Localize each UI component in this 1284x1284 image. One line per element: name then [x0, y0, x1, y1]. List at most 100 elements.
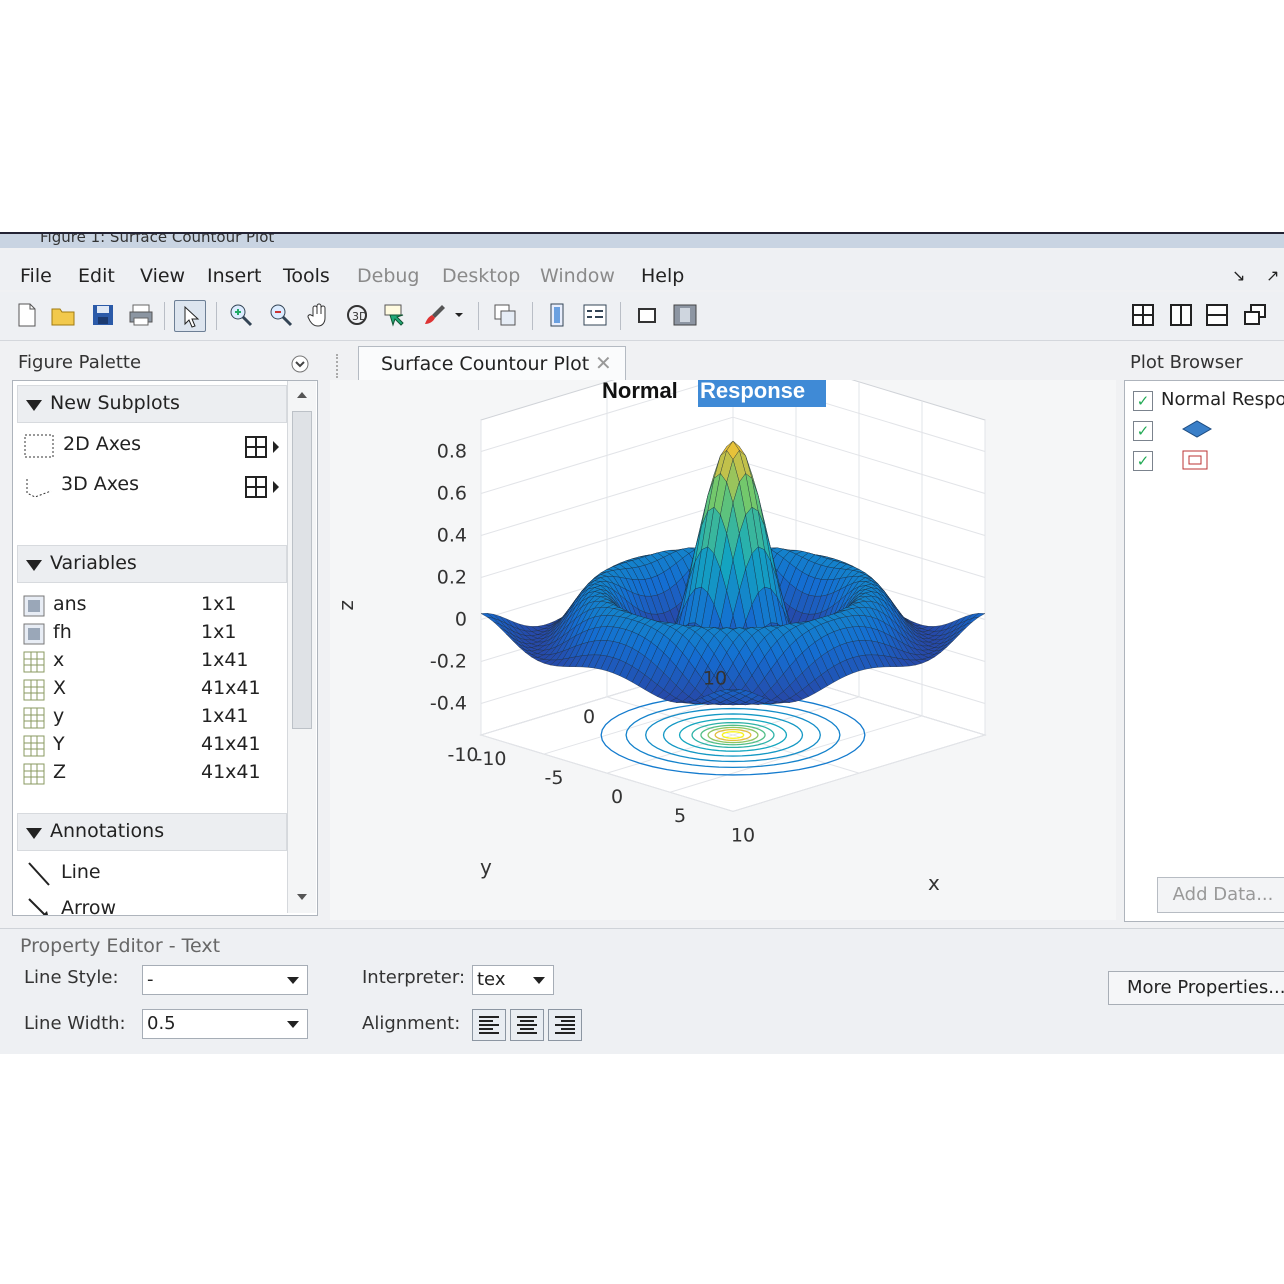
figure-tab-bar: Surface Countour Plot ✕ [330, 346, 1110, 383]
rotate-3d-icon[interactable]: 3D [342, 300, 372, 330]
align-center-button[interactable] [510, 1009, 544, 1041]
variable-name: x [53, 649, 65, 671]
variable-row[interactable]: Z 41x41 [21, 761, 281, 789]
surface-visibility-checkbox[interactable]: ✓ [1133, 421, 1153, 441]
plot-browser-title: Plot Browser [1130, 352, 1243, 373]
open-file-icon[interactable] [48, 300, 78, 330]
new-figure-icon[interactable] [12, 300, 42, 330]
brush-dropdown-icon[interactable] [450, 300, 468, 330]
scroll-down-icon[interactable] [296, 893, 308, 901]
variable-size: 41x41 [201, 677, 261, 699]
3d-axes-item[interactable]: 3D Axes [21, 473, 281, 499]
zoom-out-icon[interactable] [266, 300, 296, 330]
matrix-variable-icon [23, 735, 45, 757]
collapse-triangle-icon [26, 560, 42, 571]
annotation-arrow-item[interactable]: Arrow [21, 897, 221, 915]
menu-edit[interactable]: Edit [78, 265, 115, 287]
scroll-up-icon[interactable] [296, 391, 308, 399]
tab-grip[interactable] [336, 354, 342, 378]
subplot-grid-icon[interactable] [245, 435, 281, 459]
link-plot-icon[interactable] [490, 300, 520, 330]
line-style-dropdown[interactable]: - [142, 965, 308, 995]
chevron-down-icon [533, 977, 545, 984]
data-cursor-icon[interactable] [380, 300, 410, 330]
print-icon[interactable] [126, 300, 156, 330]
menu-insert[interactable]: Insert [207, 265, 262, 287]
plot-browser-panel: ✓ Normal Response ✓ ✓ Add Data... [1124, 380, 1284, 922]
x-tick-label: 10 [731, 824, 755, 846]
axes-area[interactable]: -0.4 -0.2 0 0.2 0.4 0.6 0.8 -10 -5 0 5 10 -10 0 10 Nor… [330, 343, 1116, 920]
undock-icon[interactable]: ↗ [1266, 266, 1279, 285]
scroll-thumb[interactable] [292, 411, 312, 729]
menu-help[interactable]: Help [641, 265, 684, 287]
tab-surface-countour-plot[interactable]: Surface Countour Plot ✕ [358, 346, 626, 383]
menu-file[interactable]: File [20, 265, 52, 287]
line-width-dropdown[interactable]: 0.5 [142, 1009, 308, 1039]
variable-row[interactable]: y 1x41 [21, 705, 281, 733]
surface-object-icon[interactable] [1181, 419, 1213, 439]
variable-size: 1x1 [201, 593, 237, 615]
variable-size: 1x1 [201, 621, 237, 643]
variable-row[interactable]: fh 1x1 [21, 621, 281, 649]
new-subplots-section[interactable]: New Subplots [17, 385, 287, 423]
line-icon [28, 862, 50, 886]
palette-scrollbar[interactable] [287, 381, 316, 913]
dock-icon[interactable]: ↘ [1232, 266, 1245, 285]
2d-axes-item[interactable]: 2D Axes [21, 433, 281, 459]
variable-row[interactable]: ans 1x1 [21, 593, 281, 621]
figure-palette-panel: New Subplots 2D Axes 3D Axes Variables a… [12, 380, 318, 916]
top-bottom-icon[interactable] [1202, 300, 1232, 330]
save-icon[interactable] [88, 300, 118, 330]
contour-object-icon[interactable] [1181, 449, 1209, 471]
annotation-line-item[interactable]: Line [21, 861, 221, 887]
show-plot-tools-icon[interactable] [670, 300, 700, 330]
title-response-selected[interactable]: Response [700, 378, 805, 403]
y-tick-label: 0 [583, 706, 595, 728]
align-left-button[interactable] [472, 1009, 506, 1041]
variable-row[interactable]: Y 41x41 [21, 733, 281, 761]
variable-row[interactable]: x 1x41 [21, 649, 281, 677]
menu-debug[interactable]: Debug [357, 265, 419, 287]
variable-row[interactable]: X 41x41 [21, 677, 281, 705]
annotations-section[interactable]: Annotations [17, 813, 287, 851]
plot-browser-axes-item[interactable]: Normal Response [1161, 389, 1284, 410]
menu-desktop[interactable]: Desktop [442, 265, 520, 287]
edit-plot-arrow-icon[interactable] [174, 300, 206, 332]
surface-plot[interactable]: -0.4 -0.2 0 0.2 0.4 0.6 0.8 -10 -5 0 5 10 -10 0 10 Nor… [330, 343, 1116, 920]
interpreter-dropdown[interactable]: tex [472, 965, 554, 995]
hide-plot-tools-icon[interactable] [632, 300, 662, 330]
object-variable-icon [23, 623, 45, 645]
tile-icon[interactable] [1128, 300, 1158, 330]
zoom-in-icon[interactable] [226, 300, 256, 330]
x-tick-label: 0 [611, 786, 623, 808]
variables-section[interactable]: Variables [17, 545, 287, 583]
palette-options-icon[interactable] [290, 354, 310, 374]
menu-view[interactable]: View [140, 265, 185, 287]
float-icon[interactable] [1240, 300, 1270, 330]
align-right-button[interactable] [548, 1009, 582, 1041]
arrow-icon [28, 898, 48, 915]
collapse-triangle-icon [26, 400, 42, 411]
more-properties-button[interactable]: More Properties... [1108, 971, 1284, 1005]
z-tick-label: 0.2 [437, 567, 467, 589]
add-data-button[interactable]: Add Data... [1157, 877, 1284, 913]
close-tab-icon[interactable]: ✕ [595, 351, 612, 375]
menu-window[interactable]: Window [540, 265, 615, 287]
title-bar: Figure 1: Surface Countour Plot [0, 234, 1284, 248]
brush-icon[interactable] [420, 300, 450, 330]
menu-tools[interactable]: Tools [283, 265, 330, 287]
axes-visibility-checkbox[interactable]: ✓ [1133, 391, 1153, 411]
pan-hand-icon[interactable] [304, 300, 334, 330]
interpreter-label: Interpreter: [362, 967, 466, 988]
variable-size: 41x41 [201, 733, 261, 755]
legend-icon[interactable] [580, 300, 610, 330]
z-tick-label: -0.2 [430, 651, 467, 673]
colorbar-icon[interactable] [542, 300, 572, 330]
title-normal[interactable]: Normal [602, 378, 678, 403]
variable-name: Z [53, 761, 67, 783]
left-right-icon[interactable] [1166, 300, 1196, 330]
contour-visibility-checkbox[interactable]: ✓ [1133, 451, 1153, 471]
object-variable-icon [23, 595, 45, 617]
subplot-grid-icon[interactable] [245, 475, 281, 499]
matrix-variable-icon [23, 679, 45, 701]
